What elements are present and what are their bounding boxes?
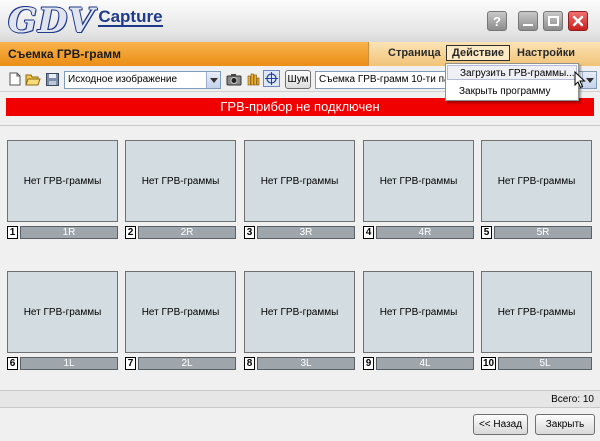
cell-label: 2L: [138, 357, 236, 370]
cell-number: 6: [7, 357, 18, 370]
gdv-image-slot[interactable]: Нет ГРВ-граммы: [244, 271, 355, 353]
cursor-icon: [574, 70, 586, 92]
camera-icon[interactable]: [226, 71, 242, 87]
fingers-icon[interactable]: [245, 71, 261, 87]
help-icon[interactable]: ?: [487, 11, 507, 31]
page-title: Съемка ГРВ-грамм: [8, 47, 122, 61]
logo-sub: Capture: [98, 7, 163, 27]
close-icon[interactable]: [568, 11, 588, 31]
total-bar: Всего: 10: [0, 390, 600, 408]
cell-number: 2: [125, 226, 136, 239]
maximize-icon[interactable]: [543, 11, 563, 31]
cell-label: 1R: [20, 226, 118, 239]
gdv-image-slot[interactable]: Нет ГРВ-граммы: [363, 140, 474, 222]
image-select-value: Исходное изображение: [68, 74, 178, 85]
help-glyph: ?: [493, 13, 501, 29]
gdv-image-slot[interactable]: Нет ГРВ-граммы: [481, 271, 592, 353]
tab-settings[interactable]: Настройки: [517, 47, 575, 59]
gdv-image-slot[interactable]: Нет ГРВ-граммы: [363, 271, 474, 353]
gdv-image-slot[interactable]: Нет ГРВ-граммы: [244, 140, 355, 222]
crosshair-icon[interactable]: [263, 70, 280, 87]
back-button[interactable]: << Назад: [473, 414, 528, 435]
cell-label: 2R: [138, 226, 236, 239]
cell-label: 5R: [494, 226, 592, 239]
cell-label: 4L: [376, 357, 474, 370]
cell-label: 4R: [376, 226, 474, 239]
menu-item-load[interactable]: Загрузить ГРВ-граммы...: [447, 65, 577, 80]
gdv-image-slot[interactable]: Нет ГРВ-граммы: [7, 271, 118, 353]
menu-item-exit[interactable]: Закрыть программу: [447, 84, 577, 99]
gdv-grid: Нет ГРВ-граммы 1 1R Нет ГРВ-граммы 2 2R …: [0, 125, 600, 390]
new-file-icon[interactable]: [7, 71, 23, 87]
cell-number: 3: [244, 226, 255, 239]
cell-number: 5: [481, 226, 492, 239]
cell-number: 8: [244, 357, 255, 370]
save-icon[interactable]: [44, 71, 60, 87]
title-bar: GDV Capture ?: [0, 0, 600, 42]
close-button[interactable]: Закрыть: [535, 414, 595, 435]
cell-label: 3L: [257, 357, 355, 370]
cell-label: 3R: [257, 226, 355, 239]
app-logo: GDV Capture: [8, 3, 163, 39]
cell-label: 5L: [498, 357, 592, 370]
cell-number: 1: [7, 226, 18, 239]
gdv-image-slot[interactable]: Нет ГРВ-граммы: [125, 140, 236, 222]
cell-number: 9: [363, 357, 374, 370]
cell-number: 4: [363, 226, 374, 239]
gdv-image-slot[interactable]: Нет ГРВ-граммы: [481, 140, 592, 222]
gdv-image-slot[interactable]: Нет ГРВ-граммы: [7, 140, 118, 222]
open-folder-icon[interactable]: [25, 71, 41, 87]
cell-label: 1L: [20, 357, 118, 370]
noise-button[interactable]: Шум: [285, 70, 311, 89]
tab-action[interactable]: Действие: [446, 45, 510, 61]
minimize-icon[interactable]: [518, 11, 538, 31]
logo-main: GDV: [8, 1, 96, 41]
gdv-image-slot[interactable]: Нет ГРВ-граммы: [125, 271, 236, 353]
cell-number: 10: [481, 357, 496, 370]
chevron-down-icon: [206, 72, 220, 88]
cell-number: 7: [125, 357, 136, 370]
footer: << Назад Закрыть: [0, 408, 600, 441]
tab-page[interactable]: Страница: [388, 47, 441, 59]
action-menu: Загрузить ГРВ-граммы... Закрыть программ…: [445, 63, 579, 101]
image-select[interactable]: Исходное изображение: [64, 71, 221, 89]
total-count: Всего: 10: [551, 394, 594, 405]
